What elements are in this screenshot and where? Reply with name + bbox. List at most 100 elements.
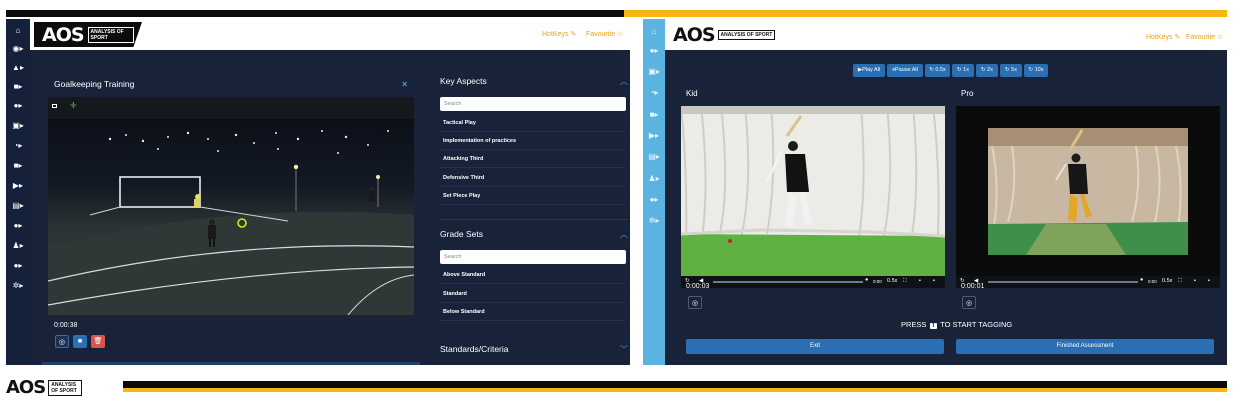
hotkeys-link[interactable]: HotKeys ✎: [1146, 33, 1180, 41]
person-icon[interactable]: ♟▸: [643, 174, 665, 184]
speed-0-5x-button[interactable]: ↻ 0.5x: [925, 64, 950, 77]
pro-target-button[interactable]: ◎: [962, 296, 976, 309]
users-icon[interactable]: ●▸: [6, 101, 30, 111]
logo[interactable]: AOS ANALYSIS OF SPORT: [673, 22, 776, 47]
logo-subtext: ANALYSIS OF SPORT: [717, 29, 776, 40]
seek-handle[interactable]: ●: [865, 277, 868, 283]
video-icon[interactable]: ■▸: [6, 161, 30, 171]
film-strip-icon[interactable]: ▤▸: [643, 152, 665, 162]
top-stripe-gold: [624, 10, 1227, 17]
user-icon[interactable]: ◉▸: [6, 44, 30, 54]
key-aspect-item[interactable]: Attacking Third: [440, 150, 626, 168]
video-player[interactable]: ✛: [48, 97, 414, 315]
settings-icon[interactable]: ✲▸: [6, 281, 30, 291]
fullscreen-icon[interactable]: ⛶: [903, 278, 907, 285]
key-aspects-header[interactable]: Key Aspects ︿: [440, 76, 628, 86]
home-icon[interactable]: ⌂: [643, 27, 665, 37]
card-divider: [42, 362, 420, 365]
clock-icon[interactable]: ◔▸: [6, 141, 30, 151]
standards-header[interactable]: Standards/Criteria ﹀: [440, 344, 628, 354]
finished-assessment-button[interactable]: Finished Assessment: [956, 339, 1214, 354]
list-icon[interactable]: ■▸: [6, 82, 30, 92]
target-button[interactable]: ◎: [55, 335, 69, 348]
pro-player-controls: ↻ ◀ ● 0:00 0.5x ⛶ ▪ ▪: [956, 276, 1220, 288]
play-all-button[interactable]: ▶Play All: [853, 64, 885, 77]
pro-footage: [956, 106, 1220, 276]
pitch-scene: [48, 130, 414, 315]
pause-all-button[interactable]: ⏸Pause All: [887, 64, 923, 77]
pro-timestamp: 0:00:01: [961, 283, 985, 290]
team-icon[interactable]: ●▸: [643, 195, 665, 205]
hotkey-badge: T: [929, 323, 938, 329]
grade-set-item[interactable]: Above Standard: [440, 266, 626, 284]
play-icon[interactable]: ▶▸: [643, 131, 665, 141]
right-sidebar: ⌂ ●▸ ▣▸ ◔▸ ■▸ ▶▸ ▤▸ ♟▸ ●▸ ✲▸: [643, 19, 665, 365]
footer-stripe-black: [123, 381, 1227, 388]
video-toolbar: ✛: [48, 97, 414, 119]
grade-sets-header[interactable]: Grade Sets ︿: [440, 229, 628, 239]
film-icon[interactable]: ▣▸: [6, 121, 30, 131]
trash-icon: 🗑: [93, 338, 103, 345]
logo-text: AOS: [42, 23, 85, 46]
seek-handle[interactable]: ●: [1140, 277, 1143, 283]
footer-logo-subtext: ANALYSIS OF SPORT: [48, 379, 83, 396]
speed-1x-button[interactable]: ↻ 1x: [952, 64, 974, 77]
grade-sets-search[interactable]: Search: [440, 250, 626, 264]
chevron-down-icon[interactable]: ﹀: [620, 344, 628, 355]
kid-target-button[interactable]: ◎: [688, 296, 702, 309]
home-icon[interactable]: ⌂: [6, 26, 30, 36]
settings-icon[interactable]: ✲▸: [643, 216, 665, 226]
pro-seek-bar[interactable]: [988, 281, 1138, 283]
key-aspect-item[interactable]: Defensive Third: [440, 169, 626, 187]
key-aspect-item[interactable]: Implementation of practices: [440, 132, 626, 150]
key-aspect-item[interactable]: Set Piece Play: [440, 187, 626, 205]
fullscreen-icon[interactable]: ⛶: [1178, 278, 1182, 285]
logo-text: AOS: [673, 23, 716, 46]
exit-button[interactable]: Exit: [686, 339, 944, 354]
frame-icon[interactable]: ▪: [919, 278, 921, 284]
close-player-icon[interactable]: ▪: [1208, 278, 1210, 284]
favourite-link[interactable]: Favourite ☆: [1186, 33, 1223, 41]
team-icon[interactable]: ●▸: [6, 261, 30, 271]
close-player-icon[interactable]: ▪: [933, 278, 935, 284]
stop-button[interactable]: ■: [73, 335, 87, 348]
film-strip-icon[interactable]: ▤▸: [6, 201, 30, 211]
favourite-link[interactable]: Favourite ☆: [586, 30, 623, 38]
fire-icon: ✎: [1174, 34, 1181, 41]
hotkeys-link[interactable]: HotKeys ✎: [542, 30, 576, 38]
play-icon[interactable]: ▶▸: [6, 181, 30, 191]
video-icon[interactable]: ■▸: [643, 110, 665, 120]
chevron-up-icon[interactable]: ︿: [620, 229, 628, 240]
speed-2x-button[interactable]: ↻ 2x: [976, 64, 998, 77]
pro-video[interactable]: [956, 106, 1220, 276]
group-icon[interactable]: ●▸: [6, 221, 30, 231]
footer-stripe-gold: [123, 388, 1227, 392]
speed-5x-button[interactable]: ↻ 5x: [1000, 64, 1022, 77]
graduation-icon[interactable]: ▲▸: [6, 63, 30, 73]
person-icon[interactable]: ♟▸: [6, 241, 30, 251]
cross-icon[interactable]: ✛: [70, 101, 77, 110]
logo[interactable]: AOS ANALYSIS OF SPORT: [34, 22, 142, 47]
delete-button[interactable]: 🗑: [91, 335, 105, 348]
pro-speed-readout[interactable]: 0.5x: [1162, 278, 1172, 284]
clock-icon[interactable]: ◔▸: [643, 88, 665, 98]
footer-logo: AOS ANALYSIS OF SPORT: [6, 377, 83, 398]
kid-seek-bar[interactable]: [713, 281, 863, 283]
left-sidebar: ⌂ ◉▸ ▲▸ ■▸ ●▸ ▣▸ ◔▸ ■▸ ▶▸ ▤▸ ●▸ ♟▸ ●▸ ✲▸: [6, 19, 30, 365]
key-aspects-search[interactable]: Search: [440, 97, 626, 111]
kid-speed-readout[interactable]: 0.5x: [887, 278, 897, 284]
right-topbar: AOS ANALYSIS OF SPORT HotKeys ✎ Favourit…: [665, 19, 1227, 50]
video-timestamp: 0:00:38: [54, 322, 78, 329]
fire-icon: ✎: [570, 31, 577, 38]
chevron-up-icon[interactable]: ︿: [620, 76, 628, 87]
calendar-icon[interactable]: ▣▸: [643, 67, 665, 77]
close-icon[interactable]: ×: [402, 79, 407, 89]
kid-video[interactable]: [681, 106, 945, 276]
grade-set-item[interactable]: Below Standard: [440, 303, 626, 321]
key-aspect-item[interactable]: Tactical Play: [440, 114, 626, 132]
speed-10x-button[interactable]: ↻ 10x: [1024, 64, 1048, 77]
user-icon[interactable]: ●▸: [643, 46, 665, 56]
grade-set-item[interactable]: Standard: [440, 285, 626, 303]
frame-icon[interactable]: ▪: [1194, 278, 1196, 284]
screen-icon[interactable]: [52, 104, 57, 108]
